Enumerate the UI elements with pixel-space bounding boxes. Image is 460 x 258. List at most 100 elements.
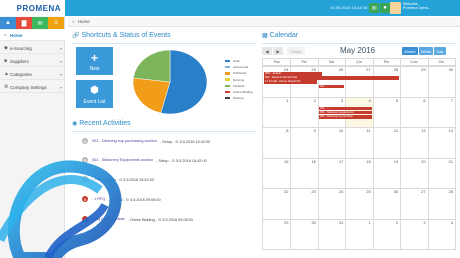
- calendar-day[interactable]: 20: [416, 159, 425, 164]
- sidebar-item-esourcing[interactable]: ◆ e-Sourcing ▾: [0, 43, 65, 54]
- calendar-day[interactable]: 3: [416, 220, 425, 225]
- shortcut-user-button[interactable]: ▲: [0, 17, 16, 29]
- calendar-day[interactable]: 5: [388, 98, 398, 103]
- calendar-day[interactable]: 29: [278, 220, 288, 225]
- calendar-day[interactable]: 9: [306, 128, 316, 133]
- calendar-day[interactable]: 26: [333, 67, 343, 72]
- calendar-day[interactable]: 17: [333, 159, 343, 164]
- calendar-event[interactable]: 17:14 ddd - Dance dinquid 33: [264, 80, 317, 84]
- mail-icon: ✉: [37, 20, 43, 27]
- calendar-event[interactable]: 001 - ...: [318, 84, 345, 89]
- calendar-day[interactable]: 13: [416, 128, 425, 133]
- sidebar-item-home[interactable]: ⌂ Home: [0, 30, 65, 41]
- sidebar-item-suppliers[interactable]: ■ Suppliers ▾: [0, 56, 65, 67]
- sidebar-item-label: Company Settings: [10, 84, 47, 90]
- grid-line: [263, 66, 455, 67]
- calendar-event[interactable]: 003 - Cleaning sup purchas: [318, 115, 372, 119]
- calendar-day[interactable]: 28: [388, 67, 398, 72]
- calendar-day[interactable]: 30: [306, 220, 315, 225]
- grid-line: [263, 188, 455, 189]
- prev-month-button[interactable]: ◀: [262, 47, 272, 55]
- calendar-event[interactable]: 002 - Setup Preferred Files: [264, 76, 400, 80]
- sidebar-item-label: Home: [10, 32, 23, 38]
- calendar-day[interactable]: 22: [278, 189, 288, 194]
- calendar-day[interactable]: 14: [443, 128, 453, 133]
- calendar-day[interactable]: 12: [388, 128, 398, 133]
- shortcut-list-button[interactable]: ≡: [48, 17, 64, 29]
- calendar-day[interactable]: 4: [361, 98, 370, 103]
- calendar-month-label: May 2016: [340, 46, 376, 55]
- welcome-text[interactable]: Welcome, Promena Opera...: [403, 2, 431, 10]
- legend-item: Online Bidding: [225, 90, 253, 94]
- calendar-day[interactable]: 19: [388, 159, 398, 164]
- new-event-button[interactable]: + New: [76, 47, 113, 75]
- activity-meta: - Setup - ⊙ 5.5.2016 15:42:00: [156, 158, 207, 163]
- day-view-button[interactable]: Day: [434, 47, 446, 55]
- sidebar-item-label: Suppliers: [10, 58, 29, 64]
- calendar-day[interactable]: 23: [306, 189, 315, 194]
- calendar-day[interactable]: 30: [443, 67, 453, 72]
- shortcut-chart-button[interactable]: ▇: [16, 17, 32, 29]
- new-event-label: New: [89, 66, 100, 72]
- calendar-day[interactable]: 1: [278, 98, 288, 103]
- next-month-button[interactable]: ▶: [273, 47, 283, 55]
- calendar-day[interactable]: 27: [361, 67, 370, 72]
- event-list-button[interactable]: ⬢ Event List: [76, 80, 113, 108]
- shortcut-mail-button[interactable]: ✉: [32, 17, 48, 29]
- link-icon: 🔗: [72, 33, 80, 39]
- home-icon[interactable]: ⌂: [72, 19, 75, 24]
- calendar-day[interactable]: 28: [443, 189, 453, 194]
- legend-swatch: [225, 65, 230, 69]
- event-list-label: Event List: [83, 99, 106, 105]
- grid-line: [400, 59, 402, 249]
- calendar-day[interactable]: 27: [416, 189, 425, 194]
- grid-line: [372, 59, 374, 249]
- chevron-down-icon: ▾: [59, 58, 62, 64]
- legend-label: Passive: [233, 96, 244, 101]
- legend-label: Announced: [233, 65, 249, 70]
- calendar-day[interactable]: 8: [278, 128, 288, 133]
- calendar-day[interactable]: 15: [278, 159, 288, 164]
- calendar-day[interactable]: 24: [333, 189, 343, 194]
- calendar-day[interactable]: 4: [443, 220, 453, 225]
- calendar-day[interactable]: 2: [388, 220, 398, 225]
- calendar-day[interactable]: 21: [443, 159, 453, 164]
- calendar-day[interactable]: 26: [388, 189, 398, 194]
- day-header: Cum: [400, 59, 428, 66]
- legend-swatch: [225, 90, 230, 94]
- calendar-day[interactable]: 1: [361, 220, 370, 225]
- breadcrumb-home[interactable]: Home: [78, 19, 90, 24]
- grid-line: [263, 127, 455, 128]
- calendar-day[interactable]: 11: [361, 128, 371, 133]
- notification-icon[interactable]: ●: [380, 3, 390, 13]
- day-header: Çar: [345, 59, 373, 66]
- calendar-day[interactable]: 3: [333, 98, 343, 103]
- logo[interactable]: PROMENA: [0, 0, 65, 16]
- legend-swatch: [225, 59, 230, 63]
- week-view-button[interactable]: Week: [419, 47, 433, 55]
- calendar-day[interactable]: 7: [443, 98, 453, 103]
- sidebar-item-categories[interactable]: ▲ Categories ▾: [0, 69, 65, 80]
- calendar-event[interactable]: 002 - Stationery Equipments: [318, 110, 372, 115]
- calendar-day[interactable]: 29: [416, 67, 425, 72]
- sidebar-item-company-settings[interactable]: ⚙ Company Settings ▾: [0, 82, 65, 93]
- grid-line: [427, 59, 429, 249]
- message-icon[interactable]: ✉: [369, 3, 379, 13]
- calendar-day[interactable]: 6: [416, 98, 425, 103]
- calendar-event[interactable]: #RR - default: [264, 72, 323, 76]
- calendar-day[interactable]: 2: [306, 98, 316, 103]
- month-view-button[interactable]: Month: [402, 47, 418, 55]
- grid-line: [263, 96, 455, 98]
- calendar-day[interactable]: 16: [306, 159, 315, 164]
- status-pie-chart: [132, 49, 208, 115]
- calendar-day[interactable]: 31: [333, 220, 343, 225]
- grid-line: [263, 157, 455, 159]
- today-button[interactable]: Today: [287, 47, 305, 55]
- calendar-day[interactable]: 18: [361, 159, 370, 164]
- chart-icon: ▇: [21, 20, 27, 27]
- calendar-event[interactable]: 001 - ...: [318, 106, 372, 111]
- calendar-day[interactable]: 10: [333, 128, 343, 133]
- calendar-day[interactable]: 25: [361, 189, 370, 194]
- legend-swatch: [225, 96, 230, 100]
- avatar[interactable]: [390, 2, 401, 14]
